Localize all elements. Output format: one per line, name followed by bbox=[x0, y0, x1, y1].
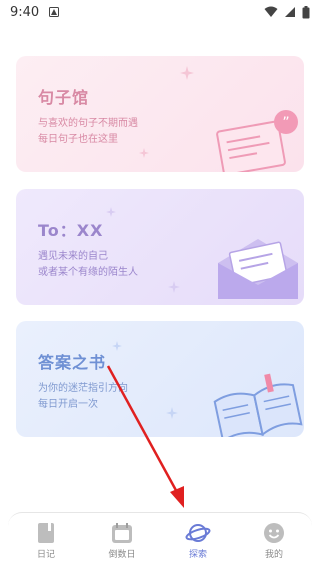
svg-text:”: ” bbox=[282, 115, 289, 131]
card-title: 句子馆 bbox=[38, 88, 90, 107]
countdown-icon bbox=[112, 522, 132, 543]
card-subtitle: 与喜欢的句子不期而遇 每日句子也在这里 bbox=[38, 116, 178, 148]
card-subtitle: 遇见未来的自己 或者某个有缘的陌生人 bbox=[38, 249, 178, 281]
card-book-of-answers[interactable]: 答案之书 为你的迷茫指引方向 每日开启一次 bbox=[16, 321, 304, 437]
card-title: To：XX bbox=[38, 221, 104, 240]
signal-icon bbox=[284, 6, 296, 18]
envelope-letter-illustration-icon bbox=[218, 239, 298, 299]
bottom-nav: 日记 倒数日 探索 我的 bbox=[8, 512, 312, 568]
status-time: 9:40 bbox=[10, 4, 40, 20]
battery-icon bbox=[302, 5, 310, 19]
notification-icon bbox=[49, 7, 60, 17]
card-to-xx[interactable]: To：XX 遇见未来的自己 或者某个有缘的陌生人 bbox=[16, 189, 304, 305]
sparkle-icon bbox=[106, 207, 116, 217]
quote-card-illustration-icon: ” bbox=[216, 110, 298, 172]
sparkle-icon bbox=[168, 281, 180, 293]
nav-item-profile[interactable]: 我的 bbox=[244, 522, 304, 560]
nav-label: 日记 bbox=[36, 549, 55, 560]
nav-item-countdown[interactable]: 倒数日 bbox=[92, 522, 152, 560]
open-book-illustration-icon bbox=[213, 373, 303, 437]
sparkle-icon bbox=[112, 341, 122, 351]
card-title: 答案之书 bbox=[38, 353, 107, 372]
card-sentence-hall[interactable]: 句子馆 与喜欢的句子不期而遇 每日句子也在这里 ” bbox=[16, 56, 304, 172]
card-subtitle-line: 每日开启一次 bbox=[38, 399, 98, 410]
card-subtitle: 为你的迷茫指引方向 每日开启一次 bbox=[38, 381, 178, 413]
wifi-icon bbox=[264, 6, 278, 18]
nav-item-explore[interactable]: 探索 bbox=[168, 522, 228, 560]
nav-label: 探索 bbox=[188, 549, 207, 560]
planet-icon bbox=[185, 523, 211, 542]
nav-item-diary[interactable]: 日记 bbox=[16, 522, 76, 560]
nav-label: 倒数日 bbox=[108, 549, 136, 560]
card-subtitle-line: 为你的迷茫指引方向 bbox=[38, 383, 128, 394]
status-bar: 9:40 bbox=[0, 0, 320, 24]
card-subtitle-line: 每日句子也在这里 bbox=[38, 134, 118, 145]
sparkle-icon bbox=[139, 148, 149, 158]
card-subtitle-line: 遇见未来的自己 bbox=[38, 251, 108, 262]
diary-icon bbox=[38, 522, 54, 543]
sparkle-icon bbox=[180, 66, 194, 80]
smile-icon bbox=[264, 522, 284, 543]
sparkle-icon bbox=[166, 407, 178, 419]
card-subtitle-line: 与喜欢的句子不期而遇 bbox=[38, 118, 138, 129]
card-subtitle-line: 或者某个有缘的陌生人 bbox=[38, 267, 138, 278]
nav-label: 我的 bbox=[264, 549, 283, 560]
